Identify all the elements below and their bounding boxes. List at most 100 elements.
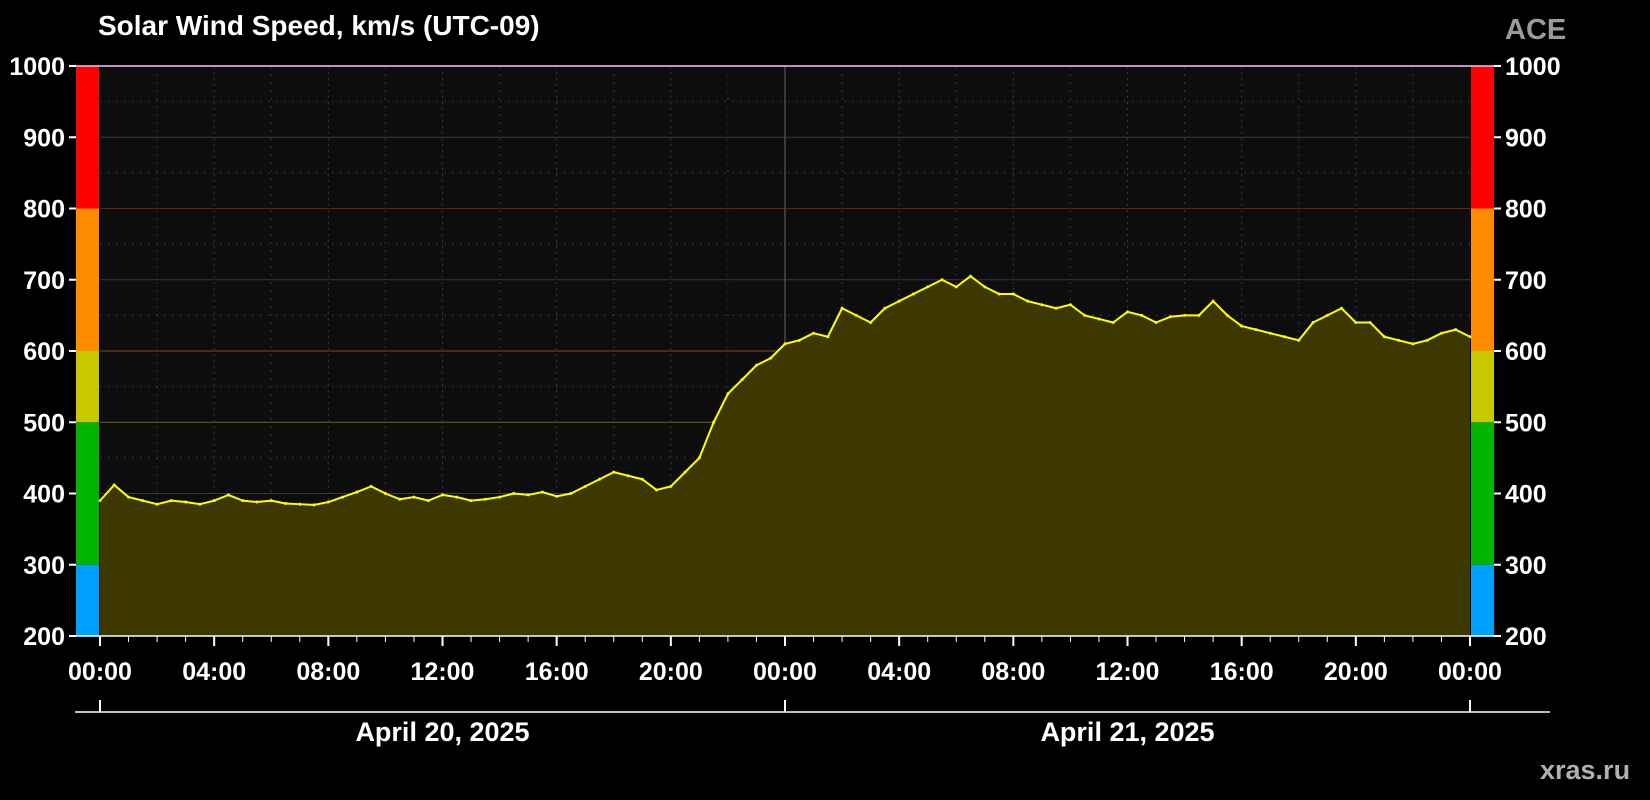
data-point [169,499,173,503]
y-tick-label-right: 900 [1505,124,1547,152]
data-point [1354,321,1358,324]
data-point [583,484,587,488]
data-point [655,488,659,492]
data-point [1111,321,1115,324]
data-point [1340,306,1344,310]
data-point [911,292,915,296]
y-tick-label-right: 1000 [1505,53,1561,81]
data-point [1268,331,1272,335]
data-point [1054,306,1058,310]
data-point [1154,321,1158,324]
data-point [312,503,316,507]
data-point [255,500,259,504]
y-tick-label-left: 700 [23,267,65,295]
data-point [769,356,773,360]
data-point [897,299,901,303]
x-tick-label: 20:00 [639,658,703,686]
data-point [1211,299,1215,303]
threshold-band-left [76,208,99,351]
x-tick-label: 16:00 [1210,658,1274,686]
data-point [697,456,701,460]
y-tick-label-left: 1000 [9,53,65,81]
x-tick-label: 04:00 [182,658,246,686]
data-point [869,321,873,324]
data-point [1254,328,1258,332]
data-point [1439,331,1443,335]
threshold-band-left [76,351,99,423]
data-point [526,493,530,497]
data-point [269,499,273,503]
data-point [1311,321,1315,324]
data-point [626,474,630,478]
data-point [1325,313,1329,317]
data-point [1168,315,1172,319]
data-point [726,392,730,396]
threshold-band-right [1471,422,1494,565]
x-tick-label: 08:00 [981,658,1045,686]
data-point [1454,328,1458,332]
x-tick-label: 12:00 [411,658,475,686]
data-point [969,274,973,278]
data-point [540,490,544,494]
data-point [112,483,116,487]
y-tick-label-right: 700 [1505,267,1547,295]
data-point [1297,338,1301,342]
data-point [1240,324,1244,328]
data-point [426,499,430,503]
data-point [940,278,944,282]
data-point [184,500,188,504]
y-tick-label-left: 600 [23,338,65,366]
data-point [341,495,345,499]
data-point [498,495,502,499]
data-point [712,420,716,424]
data-point [1083,313,1087,317]
data-point [926,285,930,289]
y-tick-label-left: 500 [23,409,65,437]
data-point [1126,310,1129,314]
data-point [412,495,416,499]
data-point [555,494,559,498]
data-point [1197,313,1201,317]
data-point [1397,338,1401,342]
data-point [997,292,1001,296]
data-point [754,363,758,367]
data-point [98,499,102,503]
y-tick-label-right: 800 [1505,196,1547,224]
data-point [1140,313,1144,317]
data-point [740,378,744,381]
y-tick-label-right: 300 [1505,552,1547,580]
data-point [1368,321,1372,324]
data-point [669,484,673,488]
x-tick-label: 04:00 [867,658,931,686]
data-point [512,492,516,495]
data-point [483,497,487,501]
data-point [1026,299,1030,303]
x-tick-label: 08:00 [296,658,360,686]
data-point [398,497,402,501]
data-point [826,335,830,339]
date-label: April 21, 2025 [1040,717,1214,747]
data-point [1225,313,1229,317]
data-point [883,306,887,310]
data-point [1011,292,1015,296]
data-point [640,477,644,481]
data-point [983,285,987,289]
data-point [1382,335,1386,339]
data-point [597,477,601,481]
x-tick-label: 20:00 [1324,658,1388,686]
data-point [1040,303,1044,307]
data-point [141,499,145,503]
x-tick-label: 00:00 [753,658,817,686]
data-point [812,331,816,335]
data-point [241,499,245,503]
data-point [840,306,844,310]
threshold-band-right [1471,66,1494,209]
data-point [198,502,202,506]
data-point [127,495,131,499]
data-point [441,493,444,497]
data-point [1068,303,1072,307]
threshold-band-right [1471,208,1494,351]
y-tick-label-right: 600 [1505,338,1547,366]
data-point [469,499,473,503]
data-point [797,338,801,342]
